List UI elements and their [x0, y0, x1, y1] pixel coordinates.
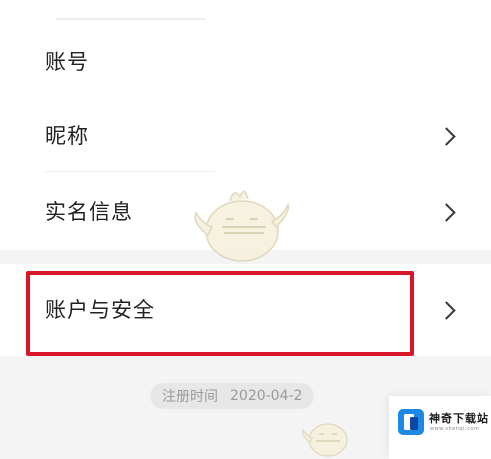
- mascot-watermark-icon: [194, 190, 289, 262]
- chevron-right-icon: [437, 203, 456, 222]
- site-name: 神奇下载站: [429, 412, 489, 425]
- settings-item-nickname[interactable]: 昵称: [0, 110, 491, 162]
- chevron-right-icon: [437, 301, 456, 320]
- site-logo-icon: [398, 409, 424, 435]
- divider: [45, 171, 215, 172]
- chevron-right-icon: [437, 127, 456, 146]
- settings-item-label: 实名信息: [45, 200, 133, 224]
- highlight-box: [26, 271, 414, 356]
- settings-item-account[interactable]: 账号: [0, 36, 491, 88]
- registration-time: 注册时间 2020-04-2: [150, 383, 315, 409]
- settings-item-label: 昵称: [45, 124, 89, 148]
- divider: [56, 18, 206, 20]
- settings-item-label: 账号: [45, 50, 89, 74]
- registration-date: 2020-04-2: [230, 388, 303, 404]
- mascot-watermark-icon: [302, 423, 348, 457]
- site-watermark: 神奇下载站 www.shenqi.com: [389, 396, 491, 459]
- site-url: www.shenqi.com: [430, 426, 480, 432]
- registration-label: 注册时间: [162, 389, 218, 405]
